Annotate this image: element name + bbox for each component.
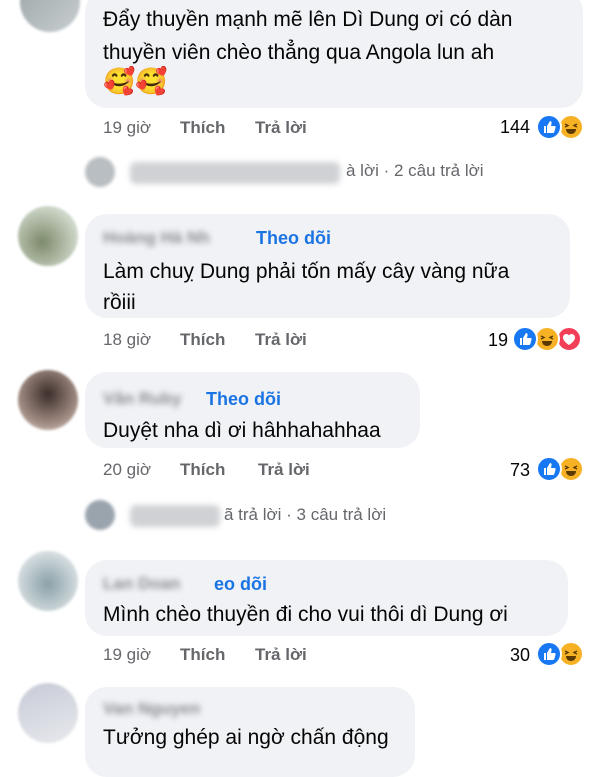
reply-button[interactable]: Trả lời <box>255 118 307 138</box>
like-button[interactable]: Thích <box>180 118 225 138</box>
view-replies-link[interactable]: ã trả lời · 3 câu trả lời <box>224 505 386 525</box>
reply-button[interactable]: Trả lời <box>255 330 307 350</box>
reply-avatar[interactable] <box>85 157 115 187</box>
comment-text: Mình chèo thuyền đi cho vui thôi dì Dung… <box>103 603 508 626</box>
reaction-count[interactable]: 144 <box>470 117 530 138</box>
reaction-count[interactable]: 30 <box>470 645 530 666</box>
reaction-count[interactable]: 19 <box>448 330 508 351</box>
reply-author-names <box>130 162 340 184</box>
reaction-count[interactable]: 73 <box>470 460 530 481</box>
comment-text: rồiii <box>103 291 136 314</box>
commenter-avatar[interactable] <box>18 551 78 611</box>
commenter-name: Lan Doan <box>103 574 181 593</box>
like-reaction-icon <box>512 326 538 352</box>
comment-text: Tưởng ghép ai ngờ chấn động <box>103 726 389 749</box>
commenter-name: Vân Ruby <box>103 389 182 408</box>
like-reaction-icon <box>536 456 562 482</box>
view-replies-link[interactable]: à lời · 2 câu trả lời <box>346 161 484 181</box>
commenter-name: Hoàng Hà Nh <box>103 228 210 247</box>
reply-button[interactable]: Trả lời <box>258 460 310 480</box>
reply-avatar[interactable] <box>85 500 115 530</box>
like-reaction-icon <box>536 114 562 140</box>
comment-time[interactable]: 20 giờ <box>103 460 151 480</box>
like-button[interactable]: Thích <box>180 330 225 350</box>
like-reaction-icon <box>536 641 562 667</box>
comment-text: Làm chuỵ Dung phải tốn mấy cây vàng nữa <box>103 260 510 283</box>
comment-time[interactable]: 19 giờ <box>103 645 151 665</box>
like-button[interactable]: Thích <box>180 645 225 665</box>
comment-time[interactable]: 18 giờ <box>103 330 151 350</box>
commenter-avatar[interactable] <box>20 0 80 32</box>
follow-button[interactable]: Theo dõi <box>256 228 331 249</box>
comment-text: Đẩy thuyền mạnh mẽ lên Dì Dung ơi có dàn <box>103 8 513 31</box>
like-button[interactable]: Thích <box>180 460 225 480</box>
commenter-avatar[interactable] <box>18 683 78 743</box>
comment-text: Duyệt nha dì ơi hâhhahahhaa <box>103 419 381 442</box>
commenter-avatar[interactable] <box>18 370 78 430</box>
emoji-smiling-hearts: 🥰🥰 <box>103 66 168 96</box>
reply-button[interactable]: Trả lời <box>255 645 307 665</box>
commenter-avatar[interactable] <box>18 206 78 266</box>
commenter-name: Van Nguyen <box>103 699 201 718</box>
comment-text: thuyền viên chèo thẳng qua Angola lun ah <box>103 41 495 64</box>
follow-button[interactable]: Theo dõi <box>206 389 281 410</box>
comment-time[interactable]: 19 giờ <box>103 118 151 138</box>
follow-button[interactable]: eo dõi <box>214 574 267 595</box>
reply-author-names <box>130 505 220 527</box>
